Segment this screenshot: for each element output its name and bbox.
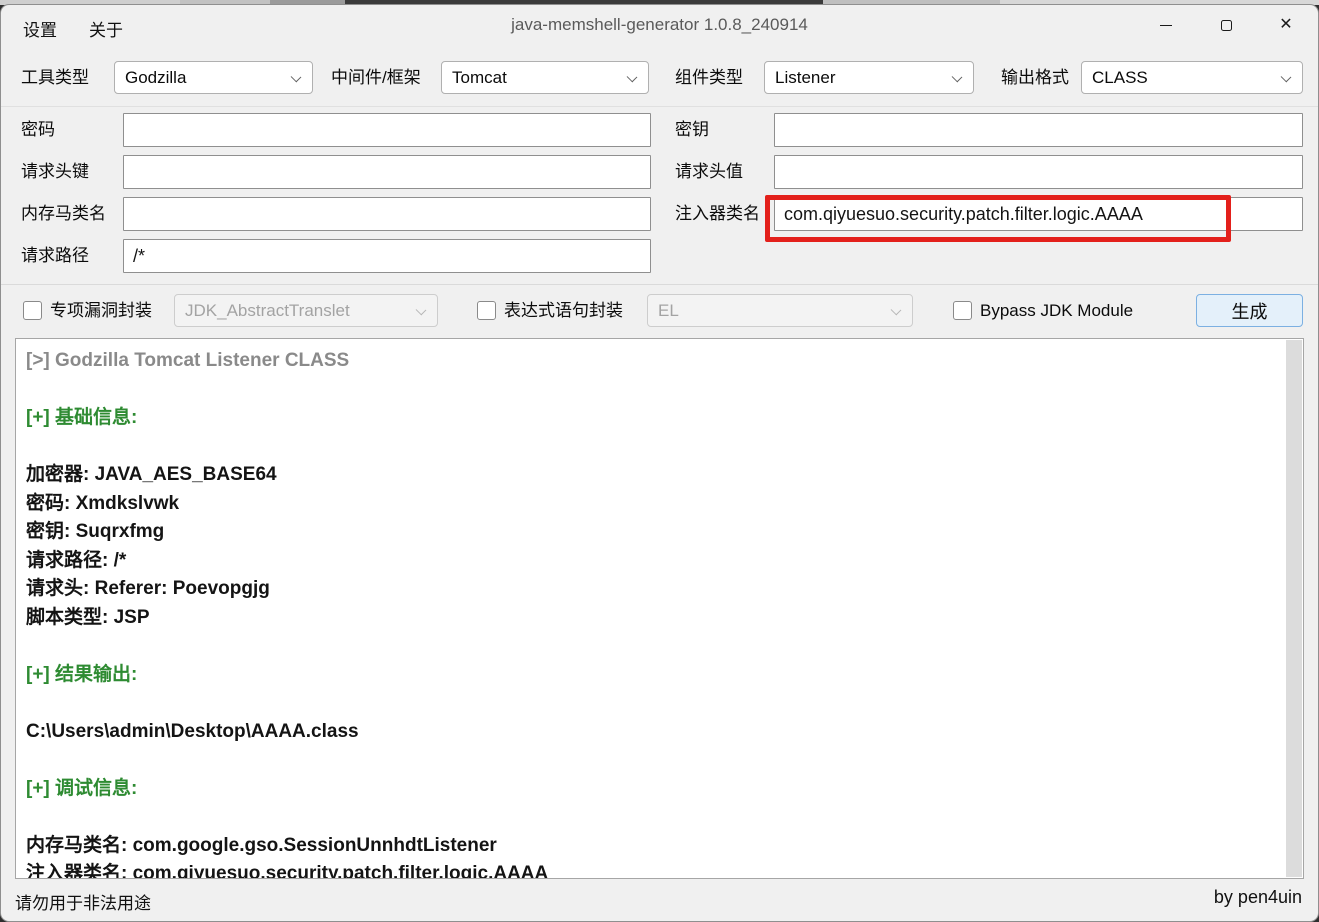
minimize-button[interactable] (1148, 9, 1184, 41)
field-row: 内存马类名 注入器类名 (1, 197, 1319, 231)
vuln-wrapper-value: JDK_AbstractTranslet (185, 301, 350, 321)
expression-wrapper-value: EL (658, 301, 679, 321)
output-line (26, 803, 1273, 832)
component-type-select[interactable]: Listener (764, 61, 974, 94)
password-label: 密码 (21, 113, 55, 147)
field-row: 请求头键 请求头值 (1, 155, 1319, 189)
options-row: 专项漏洞封装 JDK_AbstractTranslet 表达式语句封装 EL B… (1, 294, 1319, 328)
output-line: [+] 结果输出: (26, 661, 1273, 690)
shell-class-input[interactable] (123, 197, 651, 231)
password-input[interactable] (123, 113, 651, 147)
header-value-input[interactable] (774, 155, 1303, 189)
chevron-down-icon (1281, 72, 1292, 83)
status-author: by pen4uin (1214, 887, 1302, 908)
separator (1, 284, 1318, 285)
chevron-down-icon (627, 72, 638, 83)
output-line (26, 433, 1273, 462)
window-controls: ✕ (1148, 9, 1304, 41)
output-area[interactable]: [>] Godzilla Tomcat Listener CLASS [+] 基… (15, 338, 1304, 879)
close-icon: ✕ (1279, 17, 1292, 33)
output-line: 请求路径: /* (26, 547, 1273, 576)
header-key-label: 请求头键 (21, 155, 89, 189)
output-line: 注入器类名: com.qiyuesuo.security.patch.filte… (26, 860, 1273, 879)
output-line: C:\Users\admin\Desktop\AAAA.class (26, 718, 1273, 747)
injector-class-label: 注入器类名 (675, 197, 760, 231)
output-line (26, 689, 1273, 718)
output-line: 内存马类名: com.google.gso.SessionUnnhdtListe… (26, 832, 1273, 861)
request-path-input[interactable] (123, 239, 651, 273)
bypass-jdk-module-checkbox[interactable] (953, 301, 972, 320)
output-line: 密钥: Suqrxfmg (26, 518, 1273, 547)
maximize-icon (1221, 20, 1232, 31)
vuln-wrapper-label: 专项漏洞封装 (50, 294, 152, 328)
key-label: 密钥 (675, 113, 709, 147)
separator (1, 106, 1318, 107)
tool-type-label: 工具类型 (21, 61, 89, 95)
bypass-jdk-module-label: Bypass JDK Module (980, 294, 1133, 328)
field-row: 请求路径 (1, 239, 1319, 273)
tool-type-value: Godzilla (125, 68, 186, 88)
expression-wrapper-label: 表达式语句封装 (504, 294, 623, 328)
close-button[interactable]: ✕ (1268, 9, 1304, 41)
output-line: [>] Godzilla Tomcat Listener CLASS (26, 347, 1273, 376)
vuln-wrapper-checkbox[interactable] (23, 301, 42, 320)
header-value-label: 请求头值 (675, 155, 743, 189)
expression-wrapper-checkbox[interactable] (477, 301, 496, 320)
middleware-label: 中间件/框架 (331, 61, 421, 95)
output-format-select[interactable]: CLASS (1081, 61, 1303, 94)
output-lines: [>] Godzilla Tomcat Listener CLASS [+] 基… (16, 339, 1303, 879)
expression-wrapper-select[interactable]: EL (647, 294, 913, 327)
output-line: 加密器: JAVA_AES_BASE64 (26, 461, 1273, 490)
output-line: 请求头: Referer: Poevopgjg (26, 575, 1273, 604)
injector-class-input[interactable] (774, 197, 1303, 231)
output-format-value: CLASS (1092, 68, 1148, 88)
maximize-button[interactable] (1208, 9, 1244, 41)
request-path-label: 请求路径 (21, 239, 89, 273)
middleware-value: Tomcat (452, 68, 507, 88)
window-title: java-memshell-generator 1.0.8_240914 (1, 15, 1318, 35)
menu-settings[interactable]: 设置 (19, 14, 61, 43)
middleware-select[interactable]: Tomcat (441, 61, 649, 94)
tool-type-select[interactable]: Godzilla (114, 61, 313, 94)
output-line: 脚本类型: JSP (26, 604, 1273, 633)
status-disclaimer: 请勿用于非法用途 (15, 889, 151, 914)
output-line (26, 376, 1273, 405)
header-key-input[interactable] (123, 155, 651, 189)
chevron-down-icon (416, 305, 427, 316)
output-line (26, 746, 1273, 775)
app-window: 设置 关于 java-memshell-generator 1.0.8_2409… (0, 4, 1319, 922)
output-scrollbar[interactable] (1286, 340, 1302, 877)
vuln-wrapper-select[interactable]: JDK_AbstractTranslet (174, 294, 438, 327)
key-input[interactable] (774, 113, 1303, 147)
output-format-label: 输出格式 (1001, 61, 1069, 95)
chevron-down-icon (291, 72, 302, 83)
minimize-icon (1160, 25, 1172, 26)
select-row: 工具类型 Godzilla 中间件/框架 Tomcat 组件类型 Listene… (1, 61, 1319, 94)
chevron-down-icon (952, 72, 963, 83)
field-row: 密码 密钥 (1, 113, 1319, 147)
output-line: [+] 调试信息: (26, 775, 1273, 804)
generate-button[interactable]: 生成 (1196, 294, 1303, 327)
component-type-label: 组件类型 (675, 61, 743, 95)
shell-class-label: 内存马类名 (21, 197, 106, 231)
chevron-down-icon (891, 305, 902, 316)
output-line (26, 632, 1273, 661)
output-line: 密码: Xmdkslvwk (26, 490, 1273, 519)
menu-about[interactable]: 关于 (85, 14, 127, 43)
component-type-value: Listener (775, 68, 835, 88)
output-line: [+] 基础信息: (26, 404, 1273, 433)
